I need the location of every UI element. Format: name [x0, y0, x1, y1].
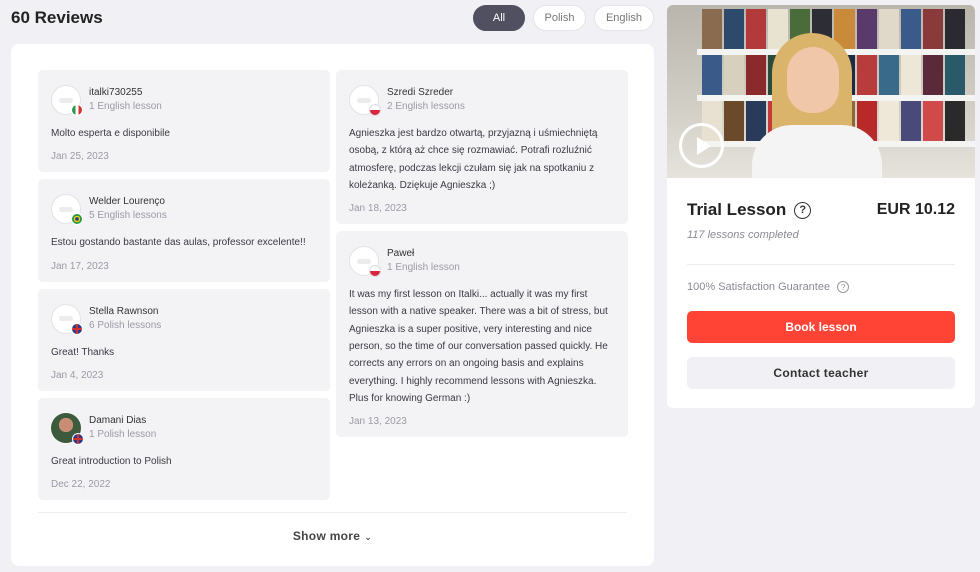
review-card: Stella Rawnson 6 Polish lessons Great! T… [38, 288, 330, 391]
review-text: Estou gostando bastante das aulas, profe… [51, 237, 306, 249]
show-more-button[interactable]: Show more ⌄ [11, 529, 654, 543]
avatar [51, 303, 83, 335]
review-date: Jan 17, 2023 [51, 260, 109, 272]
review-text: Molto esperta e disponibile [51, 128, 170, 139]
contact-teacher-button[interactable]: Contact teacher [687, 357, 955, 389]
divider [687, 264, 955, 265]
reviewer: Stella Rawnson 6 Polish lessons [51, 302, 317, 336]
trial-lesson-card: Trial Lesson ? EUR 10.12 117 lessons com… [667, 5, 975, 408]
reviewer-name: Stella Rawnson [89, 305, 159, 317]
reviewer-name: Welder Lourenço [89, 196, 165, 208]
reviewer-name: Szredi Szreder [387, 87, 454, 98]
help-icon[interactable]: ? [794, 201, 812, 219]
review-date: Jan 13, 2023 [349, 416, 407, 428]
review-date: Jan 18, 2023 [349, 203, 407, 215]
reviewer-lessons: 1 English lesson [89, 101, 162, 112]
reviewer-lessons: 5 English lessons [89, 210, 167, 222]
avatar [51, 412, 84, 445]
satisfaction-guarantee: 100% Satisfaction Guarantee ? [687, 281, 850, 293]
brazil-flag-icon [71, 213, 83, 226]
review-card: Szredi Szreder 2 English lessons Agniesz… [336, 70, 628, 225]
reviewer-lessons: 6 Polish lessons [89, 319, 162, 331]
trial-lesson-title: Trial Lesson [687, 200, 787, 219]
review-date: Jan 25, 2023 [51, 151, 109, 163]
reviewer: italki730255 1 English lesson [51, 83, 317, 117]
italy-flag-icon [71, 104, 83, 116]
reviewer-name: italki730255 [89, 87, 143, 98]
poland-flag-icon [369, 265, 381, 278]
review-filters: All Polish English [473, 5, 654, 31]
reviews-column-left: italki730255 1 English lesson Molto espe… [38, 70, 330, 507]
review-text: Great introduction to Polish [51, 455, 172, 467]
filter-polish[interactable]: Polish [533, 5, 586, 31]
reviewer-lessons: 2 English lessons [387, 101, 465, 112]
reviewer: Paweł 1 English lesson [349, 244, 615, 278]
review-card: italki730255 1 English lesson Molto espe… [38, 70, 330, 173]
review-text: Great! Thanks [51, 346, 115, 358]
review-text: It was my first lesson on Italki... actu… [349, 289, 608, 404]
divider [38, 512, 627, 513]
reviewer: Szredi Szreder 2 English lessons [349, 83, 615, 117]
review-card: Welder Lourenço 5 English lessons Estou … [38, 179, 330, 282]
avatar [349, 246, 381, 278]
reviewer-name: Paweł [387, 248, 415, 260]
avatar [51, 194, 83, 226]
show-more-label: Show more [292, 529, 361, 543]
filter-all[interactable]: All [473, 5, 525, 31]
help-icon[interactable]: ? [837, 281, 850, 293]
reviews-column-right: Szredi Szreder 2 English lessons Agniesz… [336, 70, 628, 444]
play-icon[interactable] [679, 123, 724, 168]
review-card: Damani Dias 1 Polish lesson Great introd… [38, 397, 330, 501]
review-card: Paweł 1 English lesson It was my first l… [336, 231, 628, 438]
reviewer-lessons: 1 Polish lesson [89, 428, 157, 440]
avatar [349, 85, 381, 116]
trial-price: EUR 10.12 [876, 201, 955, 218]
reviewer: Damani Dias 1 Polish lesson [51, 411, 317, 445]
book-lesson-button[interactable]: Book lesson [687, 311, 955, 343]
intro-video[interactable] [667, 5, 975, 178]
reviews-panel: italki730255 1 English lesson Molto espe… [11, 44, 654, 566]
chevron-down-icon: ⌄ [364, 532, 373, 542]
review-date: Jan 4, 2023 [51, 369, 104, 381]
review-date: Dec 22, 2022 [51, 479, 111, 491]
avatar [51, 85, 83, 116]
review-text: Agnieszka jest bardzo otwartą, przyjazną… [349, 128, 598, 191]
lessons-completed: 117 lessons completed [687, 229, 799, 241]
trial-lesson-row: Trial Lesson ? EUR 10.12 [687, 200, 955, 220]
guarantee-label: 100% Satisfaction Guarantee [687, 281, 831, 293]
uk-flag-icon [71, 322, 83, 335]
reviewer-lessons: 1 English lesson [387, 262, 460, 274]
poland-flag-icon [369, 104, 381, 116]
page-title: 60 Reviews [11, 8, 103, 27]
filter-english[interactable]: English [594, 5, 654, 31]
teacher-image [752, 33, 882, 178]
reviewer: Welder Lourenço 5 English lessons [51, 192, 317, 226]
reviewer-name: Damani Dias [89, 414, 147, 426]
uk-flag-icon [72, 432, 84, 445]
